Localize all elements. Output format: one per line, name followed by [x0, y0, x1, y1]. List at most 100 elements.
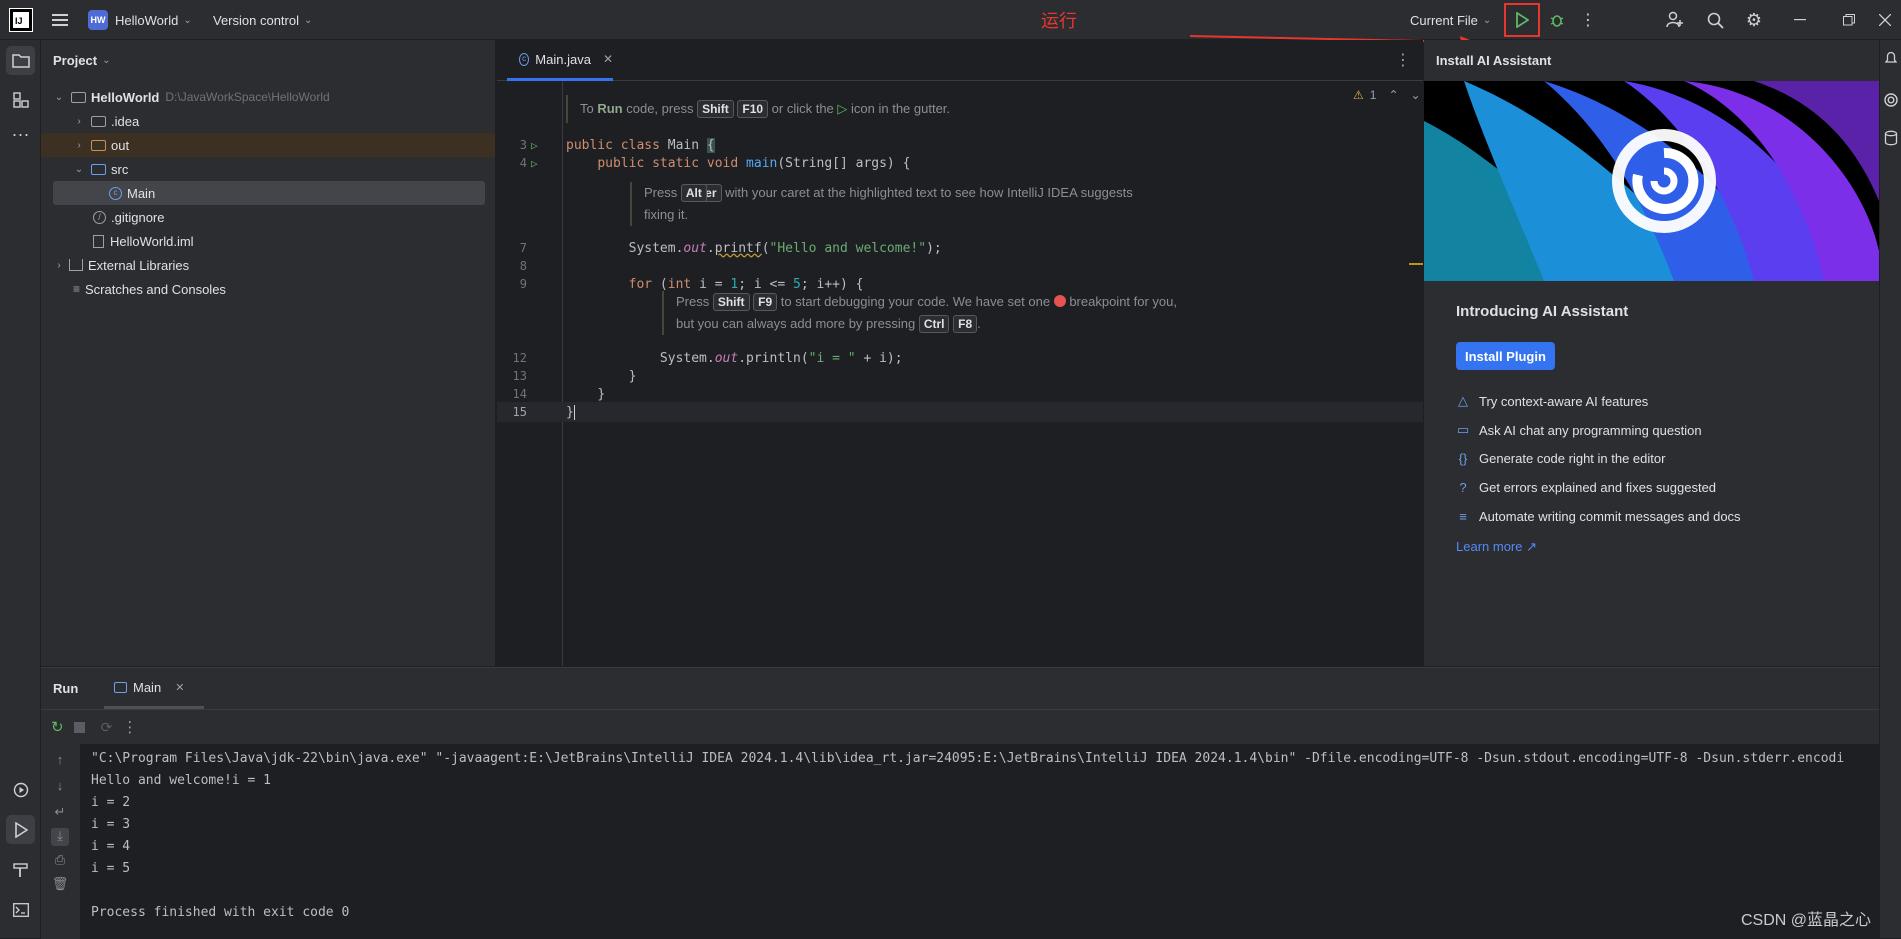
code-text: public static void main(String[] args) {: [597, 155, 911, 171]
run-config-selector[interactable]: Current File ⌄: [1410, 0, 1491, 40]
settings-button[interactable]: ⚙: [1739, 0, 1769, 40]
arrow-down-icon[interactable]: ↓: [51, 778, 69, 796]
structure-tool-button[interactable]: [6, 85, 35, 114]
vcs-label: Version control: [213, 12, 299, 28]
more-actions-button[interactable]: ⋮: [1573, 0, 1603, 40]
tree-node-root[interactable]: ⌄ HelloWorld D:\JavaWorkSpace\HelloWorld: [51, 85, 330, 109]
scratches-icon: ≡: [73, 282, 81, 296]
hint-text: To: [580, 101, 598, 116]
soft-wrap-icon[interactable]: ↵: [51, 804, 69, 822]
inspection-widget[interactable]: ⚠ 1 ⌃ ⌄: [1353, 88, 1421, 102]
vertical-dots-icon[interactable]: ⋮: [1395, 50, 1411, 70]
restore-button[interactable]: [1834, 0, 1864, 40]
chevron-right-icon: ›: [77, 115, 81, 127]
intellij-logo[interactable]: IJ: [9, 8, 33, 32]
services-tool-button[interactable]: [6, 775, 35, 804]
console-output[interactable]: "C:\Program Files\Java\jdk-22\bin\java.e…: [91, 744, 1879, 939]
close-tab-icon[interactable]: ✕: [603, 52, 613, 66]
tree-node-out[interactable]: › out: [41, 133, 495, 157]
run-gutter-icon[interactable]: ▷: [531, 139, 538, 152]
play-icon: ▷: [837, 101, 848, 116]
run-side-toolbar: ↑ ↓ ↵ ⤓ ⎙ 🗑: [41, 744, 80, 939]
feature-item: ≡ Automate writing commit messages and do…: [1456, 509, 1740, 524]
warning-stripe[interactable]: [1409, 263, 1423, 265]
chevron-right-icon: ›: [77, 139, 81, 151]
vcs-widget[interactable]: Version control ⌄: [213, 0, 312, 40]
feature-item: △ Try context-aware AI features: [1458, 393, 1649, 409]
code-text: System.out.println("i = " + i);: [659, 350, 903, 366]
learn-more-link[interactable]: Learn more ↗: [1456, 539, 1537, 555]
gear-icon: ⚙: [1745, 9, 1763, 30]
line-number: 13: [512, 369, 527, 383]
code-line-4: 4 ▷ public static void main(String[] arg…: [497, 153, 1423, 173]
tree-node-scratches[interactable]: ≡ Scratches and Consoles: [73, 277, 226, 301]
minimize-icon: [1785, 5, 1815, 35]
tab-label: Main.java: [535, 51, 591, 67]
tree-node-iml[interactable]: HelloWorld.iml: [93, 229, 194, 253]
tree-node-idea[interactable]: › .idea: [71, 109, 139, 133]
add-user-button[interactable]: [1660, 0, 1690, 40]
scroll-to-end-icon[interactable]: ⤓: [51, 828, 69, 846]
alt-enter-hint: Press Alt Enter with your caret at the h…: [630, 182, 1133, 226]
code-text: }: [628, 368, 637, 384]
run-toolbar: ↻ ⟳ ⋮: [41, 709, 1879, 744]
console-line: i = 5: [91, 861, 131, 876]
tree-label: Main: [127, 185, 156, 201]
search-button[interactable]: [1700, 0, 1730, 40]
print-icon[interactable]: ⎙: [51, 852, 69, 870]
code-line-14: 14 }: [497, 384, 1423, 404]
close-window-button[interactable]: [1873, 0, 1897, 40]
ai-assistant-button[interactable]: [1883, 92, 1899, 108]
close-tab-icon[interactable]: ✕: [175, 681, 184, 694]
rerun-icon[interactable]: ↻: [51, 718, 64, 736]
ignore-file-icon: /: [93, 210, 106, 224]
run-config-icon: [114, 681, 127, 693]
stop-icon[interactable]: [73, 721, 85, 733]
warning-count: 1: [1369, 88, 1377, 102]
project-panel-header[interactable]: Project ⌄: [41, 40, 495, 80]
main-menu-button[interactable]: [45, 0, 75, 40]
terminal-tool-button[interactable]: [6, 895, 35, 924]
console-line: i = 4: [91, 839, 131, 854]
run-button[interactable]: [1504, 3, 1540, 37]
database-button[interactable]: [1883, 130, 1899, 146]
trash-icon[interactable]: 🗑: [51, 876, 69, 894]
notifications-button[interactable]: [1883, 50, 1899, 66]
debug-button[interactable]: [1542, 0, 1572, 40]
chevron-down-icon: ⌄: [304, 14, 313, 26]
chevron-up-icon[interactable]: ⌃: [1388, 88, 1398, 102]
ai-panel-title: Install AI Assistant: [1436, 52, 1552, 68]
tree-label: HelloWorld: [91, 89, 160, 105]
build-tool-button[interactable]: [6, 855, 35, 884]
arrow-up-icon[interactable]: ↑: [51, 752, 69, 770]
minimize-button[interactable]: [1785, 0, 1815, 40]
tree-label: External Libraries: [88, 257, 190, 273]
chevron-down-icon[interactable]: ⌄: [1411, 88, 1421, 102]
play-icon: [14, 821, 28, 838]
console-line: Process finished with exit code 0: [91, 905, 350, 920]
run-tool-button[interactable]: [6, 815, 35, 844]
database-icon: [1884, 130, 1898, 146]
run-tab-main[interactable]: Main ✕: [104, 668, 204, 709]
question-icon: ?: [1459, 480, 1467, 495]
hint-text: icon in the gutter.: [847, 101, 951, 116]
line-number: 8: [519, 259, 527, 273]
vertical-dots-icon[interactable]: ⋮: [122, 718, 137, 736]
tab-main-java[interactable]: c Main.java ✕: [507, 40, 613, 81]
tree-node-external-libraries[interactable]: › External Libraries: [51, 253, 189, 277]
run-gutter-icon[interactable]: ▷: [531, 157, 538, 170]
tree-node-gitignore[interactable]: / .gitignore: [93, 205, 164, 229]
install-plugin-button[interactable]: Install Plugin: [1456, 342, 1555, 370]
hamburger-icon: [45, 5, 75, 35]
line-number: 3: [519, 138, 527, 152]
code-text: for (int i = 1; i <= 5; i++) {: [628, 276, 864, 292]
bug-icon: [1542, 5, 1572, 35]
project-switcher[interactable]: HW HelloWorld ⌄: [88, 0, 192, 40]
tree-label: src: [111, 161, 129, 177]
code-text: }: [597, 386, 606, 402]
tree-node-main[interactable]: c Main: [53, 181, 485, 205]
project-tool-button[interactable]: [6, 46, 35, 75]
more-tools-button[interactable]: ···: [6, 120, 35, 149]
tree-node-src[interactable]: ⌄ src: [71, 157, 129, 181]
rerun-failed-icon[interactable]: ⟳: [101, 719, 113, 736]
